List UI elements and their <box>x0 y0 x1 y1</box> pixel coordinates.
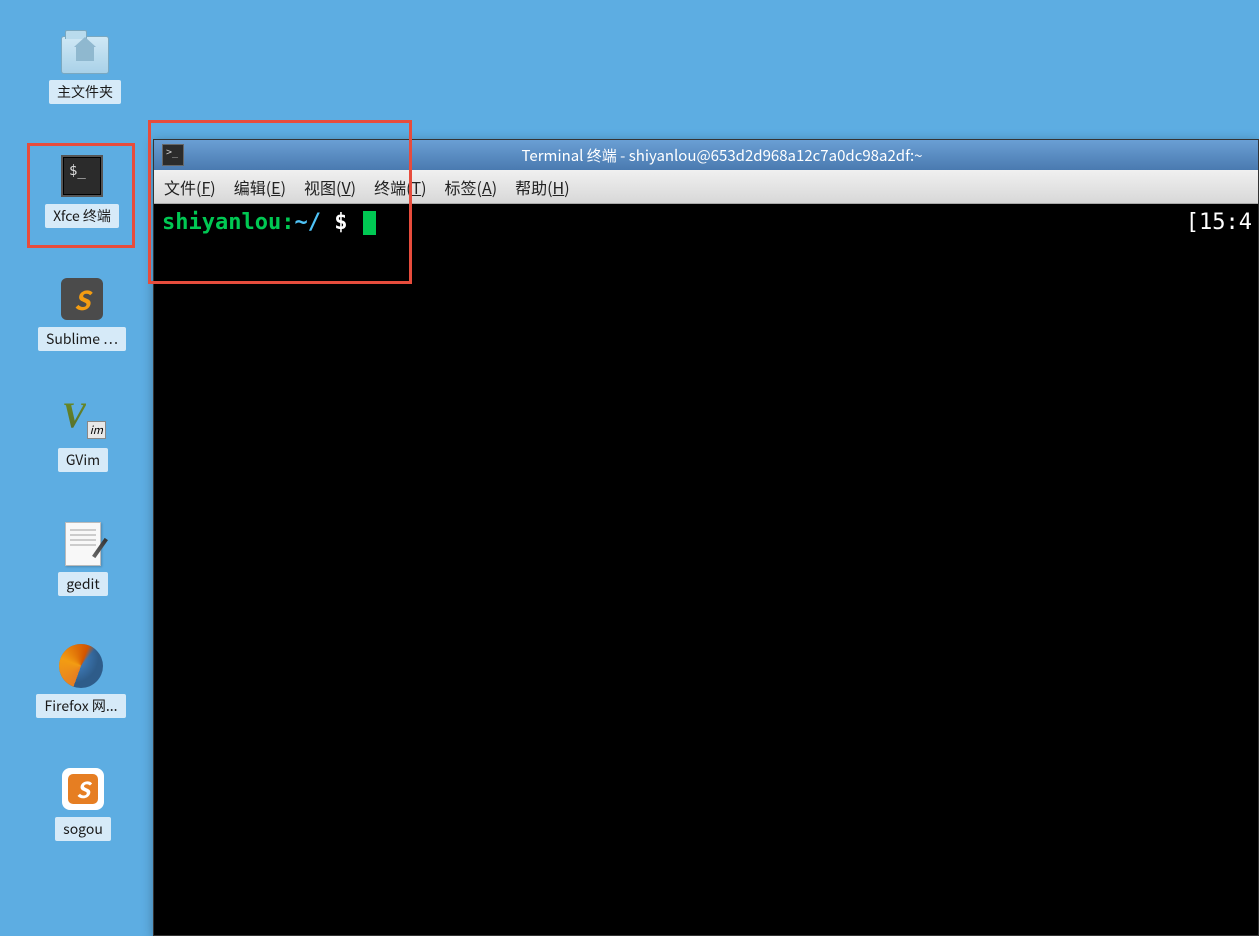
desktop-icon-gedit[interactable]: gedit <box>28 520 138 596</box>
menubar: 文件(F) 编辑(E) 视图(V) 终端(T) 标签(A) 帮助(H) <box>154 170 1258 204</box>
cursor <box>363 211 376 235</box>
terminal-window: >_ Terminal 终端 - shiyanlou@653d2d968a12c… <box>153 139 1259 936</box>
prompt-user: shiyanlou: <box>162 210 294 235</box>
menu-edit[interactable]: 编辑(E) <box>234 175 286 199</box>
gedit-icon <box>59 520 107 568</box>
prompt-dollar: $ <box>321 210 361 235</box>
desktop-icon-firefox[interactable]: Firefox 网... <box>26 642 136 718</box>
desktop-icon-gvim[interactable]: Vim GVim <box>28 396 138 472</box>
icon-label: Sublime … <box>38 327 126 351</box>
gvim-icon: Vim <box>59 396 107 444</box>
icon-label: 主文件夹 <box>49 80 121 104</box>
icon-label: sogou <box>55 817 111 841</box>
menu-file[interactable]: 文件(F) <box>164 175 216 199</box>
menu-tabs[interactable]: 标签(A) <box>445 175 498 199</box>
icon-label: Xfce 终端 <box>45 204 119 228</box>
sogou-icon: S <box>59 765 107 813</box>
titlebar[interactable]: >_ Terminal 终端 - shiyanlou@653d2d968a12c… <box>154 140 1258 170</box>
window-terminal-icon: >_ <box>162 144 184 166</box>
icon-label: gedit <box>58 572 107 596</box>
icon-label: Firefox 网... <box>36 694 125 718</box>
menu-terminal[interactable]: 终端(T) <box>374 175 426 199</box>
desktop-icon-xfce-terminal[interactable]: $_ Xfce 终端 <box>27 152 137 228</box>
terminal-body[interactable]: shiyanlou:~/ $ [15:4 <box>154 204 1258 935</box>
prompt-path: ~/ <box>294 210 321 235</box>
desktop-icon-sublime[interactable]: S Sublime … <box>27 275 137 351</box>
menu-help[interactable]: 帮助(H) <box>515 175 570 199</box>
window-title: Terminal 终端 - shiyanlou@653d2d968a12c7a0… <box>194 145 1250 166</box>
clock-text: [15:4 <box>1186 210 1252 235</box>
firefox-icon <box>57 642 105 690</box>
folder-icon <box>61 28 109 76</box>
menu-view[interactable]: 视图(V) <box>304 175 356 199</box>
terminal-icon: $_ <box>58 152 106 200</box>
icon-label: GVim <box>58 448 108 472</box>
desktop-icon-home-folder[interactable]: 主文件夹 <box>30 28 140 104</box>
sublime-icon: S <box>58 275 106 323</box>
desktop-icon-sogou[interactable]: S sogou <box>28 765 138 841</box>
